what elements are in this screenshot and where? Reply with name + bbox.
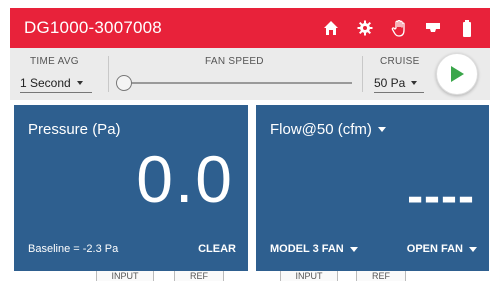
flow-value: ----: [407, 170, 475, 223]
fan-config-select[interactable]: OPEN FAN: [407, 243, 477, 255]
device-title: DG1000-3007008: [24, 18, 162, 37]
pressure-panel: Pressure (Pa) 0.0 Baseline = -2.3 Pa CLE…: [14, 105, 248, 271]
baseline-readout: Baseline = -2.3 Pa: [28, 243, 119, 255]
cruise-select[interactable]: 50 Pa: [374, 76, 424, 93]
cruise-label: CRUISE: [380, 56, 420, 67]
divider: [362, 56, 363, 92]
control-bar: TIME AVG 1 Second FAN SPEED CRUISE 50 Pa: [10, 48, 490, 100]
cruise-value: 50 Pa: [374, 76, 406, 90]
home-icon[interactable]: [322, 19, 340, 37]
divider: [108, 56, 109, 92]
chevron-down-icon: [76, 81, 83, 85]
pressure-title: Pressure (Pa): [28, 121, 121, 138]
time-avg-value: 1 Second: [20, 76, 71, 90]
time-avg-select[interactable]: 1 Second: [20, 76, 92, 93]
tab-ref[interactable]: REF: [174, 271, 224, 281]
gear-icon[interactable]: [356, 19, 374, 37]
chevron-down-icon: [377, 127, 386, 132]
start-button[interactable]: [436, 53, 478, 95]
fan-speed-slider-thumb[interactable]: [116, 75, 132, 91]
battery-icon: [458, 19, 476, 37]
hand-icon[interactable]: [390, 19, 408, 37]
play-icon: [451, 66, 464, 82]
fan-speed-slider[interactable]: [120, 82, 352, 84]
chevron-down-icon: [411, 81, 418, 85]
flow-panel: Flow@50 (cfm) ---- MODEL 3 FAN OPEN FAN: [256, 105, 489, 271]
chevron-down-icon: [469, 246, 477, 252]
flow-title: Flow@50 (cfm): [270, 121, 372, 138]
model-select[interactable]: MODEL 3 FAN: [270, 243, 358, 255]
app-header: DG1000-3007008: [10, 8, 490, 48]
tab-input[interactable]: INPUT: [280, 271, 338, 281]
flow-title-select[interactable]: Flow@50 (cfm): [270, 121, 386, 138]
tab-ref[interactable]: REF: [356, 271, 406, 281]
chevron-down-icon: [349, 246, 358, 252]
wifi-router-icon[interactable]: [424, 19, 442, 37]
fan-config-label: OPEN FAN: [406, 243, 463, 255]
time-avg-label: TIME AVG: [30, 56, 79, 67]
clear-button[interactable]: CLEAR: [198, 243, 236, 255]
model-label: MODEL 3 FAN: [270, 243, 344, 255]
pressure-value: 0.0: [136, 142, 234, 216]
bottom-tab-bar: INPUT REF INPUT REF: [0, 271, 490, 281]
fan-speed-label: FAN SPEED: [205, 56, 264, 67]
tab-input[interactable]: INPUT: [96, 271, 154, 281]
